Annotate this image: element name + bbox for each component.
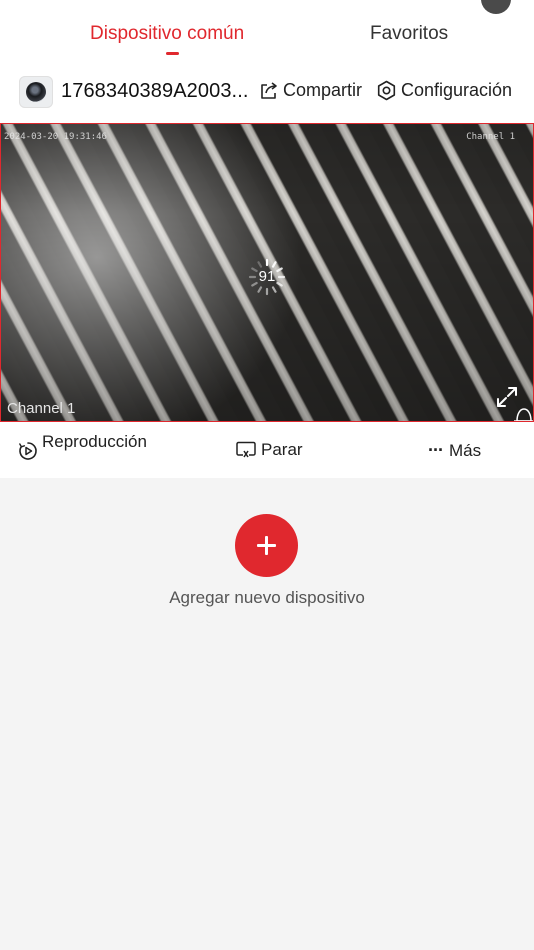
alarm-icon[interactable] [513, 406, 533, 421]
fullscreen-icon[interactable] [496, 386, 518, 408]
add-device-label: Agregar nuevo dispositivo [169, 588, 365, 607]
list-icon[interactable] [18, 0, 46, 8]
playback-button[interactable]: Reproducción [18, 431, 152, 461]
stop-button[interactable]: Parar [236, 440, 303, 460]
share-button[interactable]: Compartir [259, 80, 362, 101]
playback-label: Reproducción [42, 432, 147, 451]
more-button[interactable]: ··· Más [428, 440, 481, 461]
osd-channel: Channel 1 [466, 132, 515, 142]
add-device-button[interactable] [235, 514, 298, 577]
more-label: Más [448, 440, 482, 460]
loading-indicator: 91 [247, 257, 287, 297]
tab-common-device[interactable]: Dispositivo común [90, 22, 244, 46]
share-label: Compartir [283, 80, 363, 100]
osd-timestamp: 2024-03-20 19:31:46 [4, 132, 107, 142]
share-icon [261, 81, 277, 99]
add-icon[interactable] [88, 0, 110, 8]
device-panel: Dispositivo común Favoritos 1768340389A2… [0, 0, 534, 478]
loading-value: 91 [258, 268, 276, 285]
video-controls: Reproducción Parar ··· Más [0, 428, 534, 476]
channel-label: Channel 1 [7, 400, 76, 417]
device-header: 1768340389A2003... Compartir Configuraci… [0, 72, 534, 112]
playback-icon [19, 442, 37, 460]
settings-icon [377, 80, 396, 101]
stop-label: Parar [261, 440, 303, 459]
stop-icon [236, 441, 256, 458]
user-icon[interactable] [481, 0, 511, 14]
camera-icon [19, 76, 53, 108]
device-name[interactable]: 1768340389A2003... [61, 80, 249, 103]
more-icon: ··· [428, 440, 444, 460]
configuration-button[interactable]: Configuración [376, 80, 512, 101]
tab-favorites[interactable]: Favoritos [370, 22, 448, 46]
live-video-view[interactable]: 2024-03-20 19:31:46 Channel 1 91 Channel… [0, 123, 534, 422]
active-tab-indicator [166, 52, 179, 55]
configuration-label: Configuración [401, 80, 513, 100]
